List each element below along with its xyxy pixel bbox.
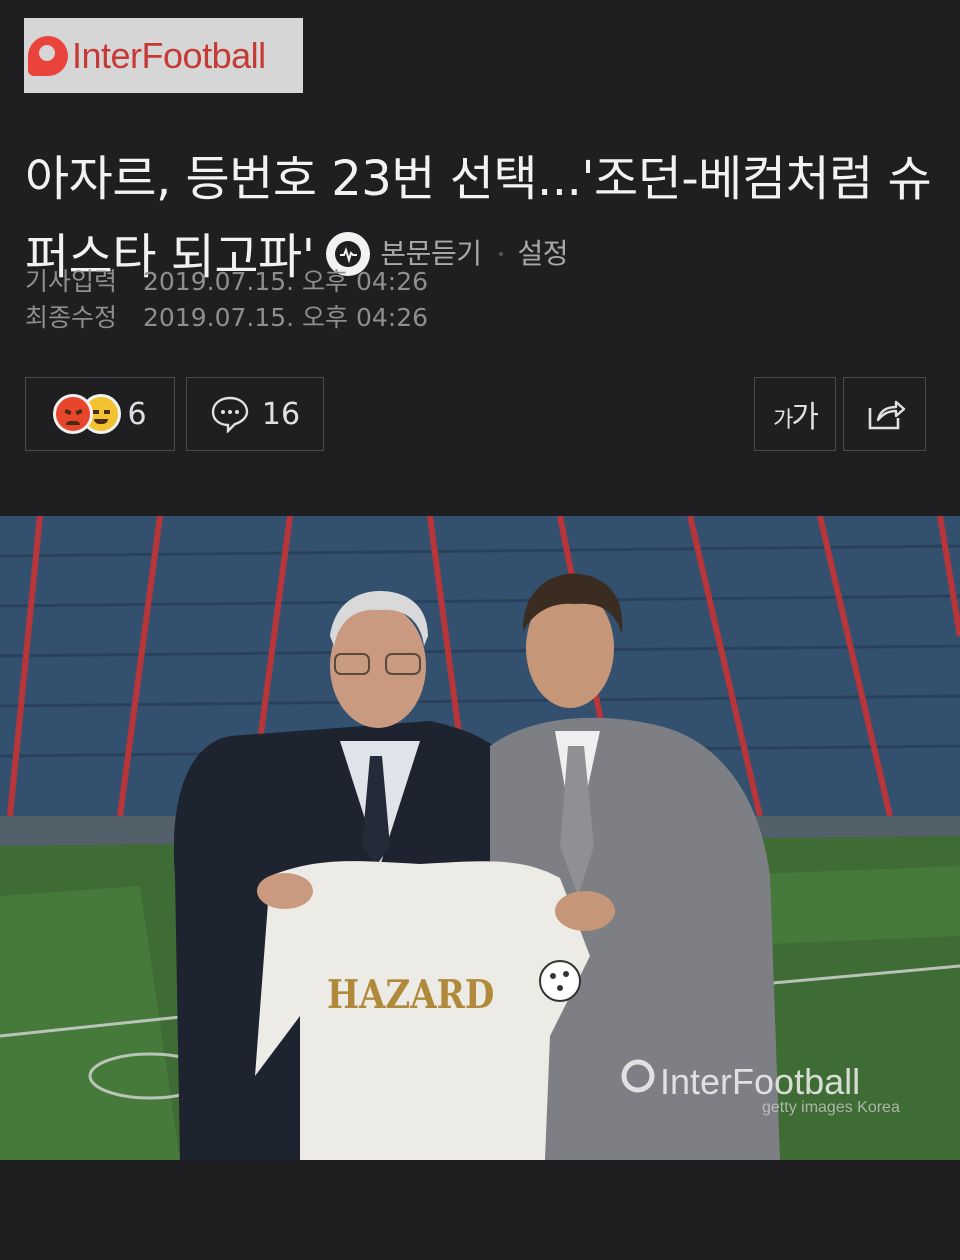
brand-logo[interactable]: InterFootball — [24, 18, 303, 93]
modified-meta: 최종수정 2019.07.15. 오후 04:26 — [25, 298, 428, 334]
photo-watermark: InterFootball — [660, 1061, 860, 1102]
settings-button[interactable]: 설정 — [517, 215, 568, 293]
font-size-large-label: 가 — [791, 400, 819, 435]
font-size-label: 가가 — [773, 392, 819, 436]
brand-logo-text: InterFootball — [72, 34, 266, 76]
jersey-name: HAZARD — [327, 972, 494, 1018]
comment-bubble-icon — [211, 396, 249, 433]
published-value: 2019.07.15. 오후 04:26 — [143, 267, 429, 296]
reactions-button[interactable]: 6 — [25, 377, 175, 451]
share-button[interactable] — [843, 377, 926, 451]
published-meta: 기사입력 2019.07.15. 오후 04:26 — [25, 262, 428, 298]
reaction-count: 6 — [127, 396, 147, 432]
published-label: 기사입력 — [25, 267, 118, 296]
comment-count: 16 — [261, 396, 301, 432]
article-photo[interactable]: HAZARD InterFootball getty images Korea — [0, 516, 960, 1160]
article-photo-illustration: HAZARD InterFootball getty images Korea — [0, 516, 960, 1160]
brand-logo-mark-icon — [28, 35, 68, 76]
font-size-small-label: 가 — [773, 408, 793, 433]
photo-credit: getty images Korea — [762, 1099, 900, 1116]
share-icon — [868, 400, 905, 430]
separator-dot — [499, 252, 504, 257]
comments-button[interactable]: 16 — [186, 377, 324, 451]
font-size-button[interactable]: 가가 — [754, 377, 836, 451]
modified-label: 최종수정 — [25, 303, 118, 332]
modified-value: 2019.07.15. 오후 04:26 — [143, 303, 429, 332]
